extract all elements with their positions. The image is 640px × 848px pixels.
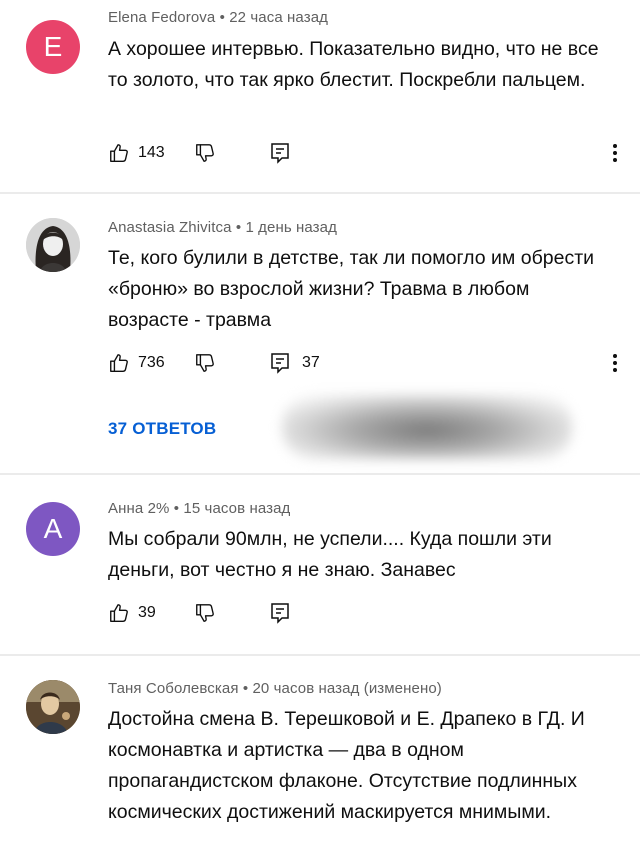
like-button[interactable]: 39 [108, 602, 156, 624]
dislike-button[interactable] [194, 602, 216, 624]
thumbs-up-icon [108, 602, 130, 624]
like-count: 39 [138, 604, 156, 621]
comment-actions: 143 [108, 142, 628, 172]
thumbs-up-icon [108, 352, 130, 374]
avatar[interactable]: A [26, 502, 80, 556]
avatar[interactable] [26, 218, 80, 272]
meta-separator: • [173, 500, 180, 517]
reply-button[interactable] [270, 142, 290, 164]
thumbs-down-icon [194, 602, 216, 624]
reply-comment-icon [270, 142, 290, 164]
dislike-button[interactable] [194, 352, 216, 374]
comment-divider [0, 654, 640, 656]
like-count: 143 [138, 144, 165, 161]
meta-separator: • [235, 219, 242, 236]
author-name[interactable]: Таня Соболевская [108, 680, 239, 697]
reply-comment-icon [270, 352, 290, 374]
comment-meta: Анна 2% • 15 часов назад [108, 500, 290, 517]
comment-time[interactable]: 20 часов назад (изменено) [252, 680, 441, 697]
author-name[interactable]: Анна 2% [108, 500, 169, 517]
avatar-painting [26, 680, 80, 734]
comment-meta: Anastasia Zhivitca • 1 день назад [108, 219, 337, 236]
avatar[interactable]: E [26, 20, 80, 74]
comment-meta: Таня Соболевская • 20 часов назад (измен… [108, 680, 442, 697]
avatar-letter: E [43, 31, 63, 62]
meta-separator: • [219, 9, 225, 26]
comment-time[interactable]: 1 день назад [245, 219, 337, 236]
view-replies-button[interactable]: 37 ОТВЕТОВ [108, 419, 216, 439]
reply-button[interactable]: 37 [270, 352, 320, 374]
meta-separator: • [242, 680, 249, 697]
like-button[interactable]: 143 [108, 142, 165, 164]
comment-meta: Elena Fedorova • 22 часа назад [108, 9, 328, 26]
author-name[interactable]: Elena Fedorova [108, 9, 215, 26]
more-vert-icon [612, 142, 618, 164]
more-vert-icon [612, 352, 618, 374]
avatar-letter: A [43, 513, 63, 544]
comment-actions: 736 37 [108, 352, 628, 382]
author-name[interactable]: Anastasia Zhivitca [108, 219, 232, 236]
comment-text: Те, кого булили в детстве, так ли помогл… [108, 247, 595, 331]
thumbs-down-icon [194, 352, 216, 374]
reply-count: 37 [302, 354, 320, 371]
comment-actions: 39 [108, 602, 628, 632]
comment-divider [0, 473, 640, 475]
comment-text: Мы собрали 90млн, не успели.... Куда пош… [108, 528, 552, 581]
like-count: 736 [138, 354, 165, 371]
avatar[interactable] [26, 680, 80, 734]
more-menu-button[interactable] [612, 142, 618, 164]
like-button[interactable]: 736 [108, 352, 165, 374]
comment-time[interactable]: 15 часов назад [183, 500, 290, 517]
more-menu-button[interactable] [612, 352, 618, 374]
thumbs-down-icon [194, 142, 216, 164]
thumbs-up-icon [108, 142, 130, 164]
dislike-button[interactable] [194, 142, 216, 164]
avatar-portrait [26, 218, 80, 272]
comment-divider [0, 192, 640, 194]
reply-button[interactable] [270, 602, 290, 624]
reply-comment-icon [270, 602, 290, 624]
comment-text: Достойна смена В. Терешковой и Е. Драпек… [108, 708, 585, 823]
comment-text: А хорошее интервью. Показательно видно, … [108, 38, 599, 91]
comment-time[interactable]: 22 часа назад [229, 9, 328, 26]
blurred-region [282, 395, 572, 459]
